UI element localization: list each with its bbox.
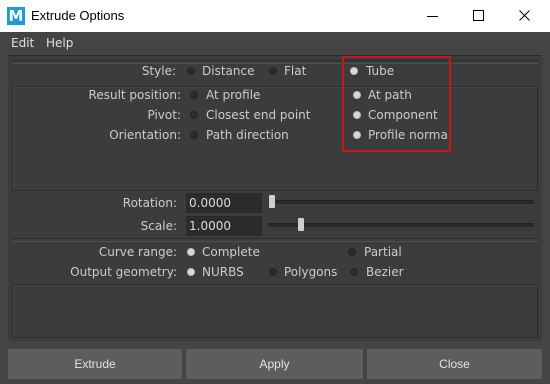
style-distance-radio[interactable] [187, 67, 195, 75]
orientation-path-direction-label[interactable]: Path direction [206, 128, 289, 142]
divider [12, 238, 538, 242]
style-distance-label[interactable]: Distance [202, 64, 254, 78]
output-polygons-radio[interactable] [269, 268, 277, 276]
style-flat-radio[interactable] [269, 67, 277, 75]
menu-edit[interactable]: Edit [11, 36, 34, 50]
curve-range-label: Curve range: [98, 245, 177, 259]
curve-range-partial-label[interactable]: Partial [364, 245, 402, 259]
window-title: Extrude Options [31, 8, 125, 23]
output-polygons-label[interactable]: Polygons [284, 265, 337, 279]
result-position-label: Result position: [88, 88, 181, 102]
minimize-button[interactable] [410, 0, 456, 32]
style-flat-label[interactable]: Flat [284, 64, 306, 78]
style-label: Style: [141, 64, 176, 78]
scale-slider-handle[interactable] [297, 218, 304, 231]
rotation-field[interactable]: 0.0000 [186, 193, 262, 213]
curve-range-complete-label[interactable]: Complete [202, 245, 260, 259]
scale-slider-track[interactable] [268, 223, 534, 227]
minimize-icon [427, 16, 438, 17]
pivot-label: Pivot: [147, 108, 182, 122]
highlight-annotation-box [342, 56, 451, 152]
output-bezier-radio[interactable] [350, 268, 358, 276]
output-bezier-label[interactable]: Bezier [366, 265, 404, 279]
rotation-label: Rotation: [122, 196, 177, 210]
rotation-slider-track[interactable] [268, 200, 534, 204]
extrude-button[interactable]: Extrude [8, 349, 182, 379]
output-nurbs-label[interactable]: NURBS [202, 265, 244, 279]
result-at-profile-label[interactable]: At profile [206, 88, 260, 102]
output-geometry-label: Output geometry: [70, 265, 177, 279]
output-nurbs-radio[interactable] [187, 268, 195, 276]
orientation-label: Orientation: [109, 128, 181, 142]
rotation-slider-handle[interactable] [269, 195, 275, 208]
maximize-icon [473, 10, 484, 21]
title-bar: M Extrude Options [0, 0, 550, 32]
maximize-button[interactable] [456, 0, 502, 32]
empty-frame [12, 284, 538, 338]
pivot-closest-end-label[interactable]: Closest end point [206, 108, 310, 122]
close-icon [519, 10, 530, 21]
pivot-closest-end-radio[interactable] [190, 111, 198, 119]
menu-help[interactable]: Help [46, 36, 73, 50]
curve-range-complete-radio[interactable] [187, 248, 195, 256]
orientation-path-direction-radio[interactable] [190, 131, 198, 139]
close-button[interactable]: Close [367, 349, 542, 379]
maya-app-icon: M [7, 7, 25, 25]
close-window-button[interactable] [502, 0, 548, 32]
curve-range-partial-radio[interactable] [348, 248, 356, 256]
scale-label: Scale: [140, 219, 177, 233]
scale-field[interactable]: 1.0000 [186, 216, 262, 236]
menu-bar: Edit Help [0, 32, 550, 54]
result-at-profile-radio[interactable] [190, 91, 198, 99]
apply-button[interactable]: Apply [186, 349, 363, 379]
